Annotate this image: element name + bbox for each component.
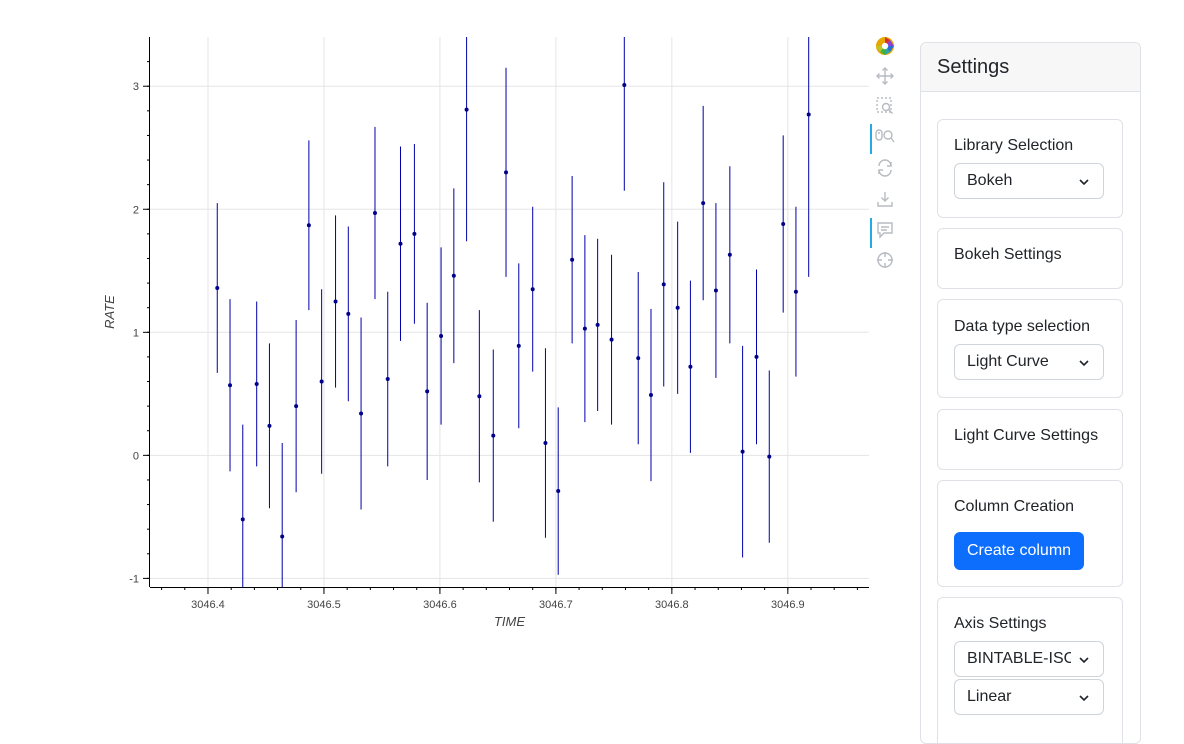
data-point[interactable] — [582, 326, 587, 331]
data-point[interactable] — [595, 322, 600, 327]
settings-header: Settings — [921, 43, 1140, 92]
x-tick-label: 3046.4 — [191, 599, 225, 611]
data-type-card: Data type selection Light Curve — [937, 299, 1123, 398]
data-point[interactable] — [333, 299, 338, 304]
data-point[interactable] — [661, 282, 666, 287]
data-point[interactable] — [781, 222, 786, 227]
data-point[interactable] — [543, 441, 548, 446]
data-point[interactable] — [556, 489, 561, 494]
data-point[interactable] — [294, 404, 299, 409]
crosshair-icon[interactable] — [870, 248, 900, 272]
data-series — [215, 37, 811, 587]
settings-title: Settings — [937, 55, 1010, 78]
data-point[interactable] — [675, 305, 680, 310]
data-type-select-value: Light Curve — [967, 353, 1049, 370]
library-select[interactable]: Bokeh — [954, 163, 1104, 199]
data-type-select[interactable]: Light Curve — [954, 344, 1104, 380]
bokeh-settings-title[interactable]: Bokeh Settings — [954, 246, 1062, 264]
data-point[interactable] — [622, 82, 627, 87]
y-tick-label: -1 — [129, 573, 139, 585]
data-point[interactable] — [451, 273, 456, 278]
chevron-down-icon — [1079, 695, 1089, 702]
axis-column-select[interactable]: BINTABLE-ISOCOL — [954, 641, 1104, 677]
hover-icon[interactable] — [870, 218, 900, 248]
data-point[interactable] — [609, 337, 614, 342]
chevron-down-icon — [1079, 360, 1089, 367]
x-tick-label: 3046.8 — [655, 599, 689, 611]
data-point[interactable] — [372, 210, 377, 215]
y-tick-label: 2 — [133, 204, 139, 216]
data-point[interactable] — [806, 112, 811, 117]
y-axis-label: RATE — [102, 295, 117, 329]
y-tick-label: 3 — [133, 81, 139, 93]
pan-icon[interactable] — [870, 64, 900, 88]
light-curve-settings-card[interactable]: Light Curve Settings — [937, 409, 1123, 470]
data-point[interactable] — [425, 389, 430, 394]
axis-scale-select-value: Linear — [967, 688, 1012, 705]
data-point[interactable] — [754, 354, 759, 359]
library-selection-card: Library Selection Bokeh — [937, 119, 1123, 218]
data-type-title: Data type selection — [954, 318, 1091, 335]
data-point[interactable] — [254, 381, 259, 386]
data-point[interactable] — [570, 257, 575, 262]
data-point[interactable] — [688, 364, 693, 369]
settings-panel: Settings Library Selection Bokeh Bokeh S… — [920, 42, 1141, 744]
data-point[interactable] — [516, 343, 521, 348]
save-icon[interactable] — [870, 187, 900, 211]
data-point[interactable] — [636, 356, 641, 361]
x-tick-label: 3046.6 — [423, 599, 457, 611]
x-tick-label: 3046.9 — [771, 599, 805, 611]
data-point[interactable] — [359, 411, 364, 416]
data-point[interactable] — [280, 534, 285, 539]
data-point[interactable] — [530, 287, 535, 292]
data-point[interactable] — [385, 377, 390, 382]
wheel-zoom-icon[interactable] — [870, 124, 900, 154]
light-curve-plot[interactable]: 3046.4 3046.5 3046.6 3046.7 3046.8 3046.9 -1 0 1… — [0, 0, 870, 728]
library-selection-title: Library Selection — [954, 137, 1074, 154]
data-point[interactable] — [767, 454, 772, 459]
data-point[interactable] — [215, 286, 220, 291]
data-point[interactable] — [412, 231, 417, 236]
data-point[interactable] — [740, 449, 745, 454]
library-select-value: Bokeh — [967, 172, 1013, 189]
data-point[interactable] — [346, 311, 351, 316]
axis-settings-title: Axis Settings — [954, 615, 1047, 632]
data-point[interactable] — [491, 433, 496, 438]
plot-toolbar — [870, 34, 900, 284]
data-point[interactable] — [727, 252, 732, 257]
data-point[interactable] — [228, 383, 233, 388]
reset-icon[interactable] — [870, 156, 900, 180]
axis-column-select-value: BINTABLE-ISOCOL — [967, 650, 1071, 667]
y-tick-label: 0 — [133, 450, 139, 462]
x-axis-label: TIME — [494, 614, 525, 629]
data-point[interactable] — [439, 333, 444, 338]
x-tick-label: 3046.5 — [307, 599, 341, 611]
plot-area[interactable]: 3046.4 3046.5 3046.6 3046.7 3046.8 3046.9 -1 0 1… — [0, 0, 870, 728]
column-creation-card: Column Creation Create column — [937, 480, 1123, 587]
create-column-button[interactable]: Create column — [954, 532, 1085, 570]
x-tick-label: 3046.7 — [539, 599, 573, 611]
light-curve-settings-title[interactable]: Light Curve Settings — [954, 427, 1098, 445]
column-creation-title: Column Creation — [954, 498, 1075, 515]
y-tick-label: 1 — [133, 327, 139, 339]
data-point[interactable] — [793, 289, 798, 294]
data-point[interactable] — [477, 394, 482, 399]
data-point[interactable] — [701, 201, 706, 206]
data-point[interactable] — [464, 107, 469, 112]
data-point[interactable] — [240, 517, 245, 522]
data-point[interactable] — [504, 170, 509, 175]
chevron-down-icon — [1079, 657, 1089, 664]
bokeh-settings-card[interactable]: Bokeh Settings — [937, 228, 1123, 289]
data-point[interactable] — [713, 288, 718, 293]
data-point[interactable] — [267, 423, 272, 428]
chevron-down-icon — [1079, 179, 1089, 186]
axis-scale-select[interactable]: Linear — [954, 679, 1104, 715]
data-point[interactable] — [648, 393, 653, 398]
data-point[interactable] — [306, 223, 311, 228]
data-point[interactable] — [319, 379, 324, 384]
box-zoom-icon[interactable] — [870, 94, 900, 118]
bokeh-logo-icon[interactable] — [870, 34, 900, 58]
data-point[interactable] — [398, 241, 403, 246]
axis-settings-card: Axis Settings BINTABLE-ISOCOL Linear — [937, 597, 1123, 743]
